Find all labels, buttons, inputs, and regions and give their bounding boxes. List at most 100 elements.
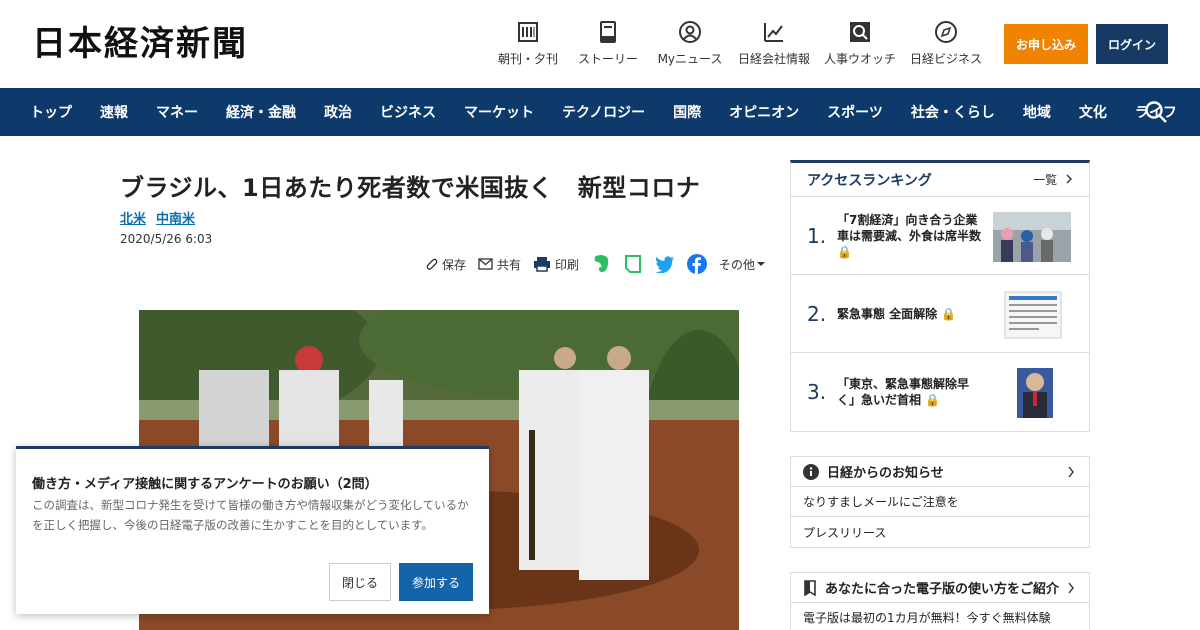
access-ranking: アクセスランキング 一覧 1. 「7割経済」向き合う企業 車は需要減、外食は席半… [790,160,1090,432]
mail-icon [478,258,493,270]
ranking-thumbnail [993,212,1071,262]
guide-title: あなたに合った電子版の使い方をご紹介 [825,582,1060,597]
save-button[interactable]: 保存 [424,256,466,273]
header-nav-story[interactable]: ストーリー [566,20,650,67]
print-label: 印刷 [555,257,580,272]
notice-title: 日経からのお知らせ [827,466,944,481]
nav-item-sports[interactable]: スポーツ [827,102,883,122]
person-search-icon [848,20,872,44]
survey-title: 働き方・メディア接触に関するアンケートのお願い（2問） [32,477,378,492]
newspaper-icon [516,20,540,44]
ranking-text: 「7割経済」向き合う企業 車は需要減、外食は席半数 🔒 [837,212,990,259]
book-icon [596,20,620,44]
nav-item-opinion[interactable]: オピニオン [729,102,799,122]
compass-icon [934,20,958,44]
article-title: ブラジル、1日あたり死者数で米国抜く 新型コロナ [120,174,701,202]
chevron-right-icon [1068,466,1074,478]
nav-item-business[interactable]: ビジネス [380,102,436,122]
save-label: 保存 [442,257,467,272]
tag-link[interactable]: 中南米 [156,208,195,227]
tag-link[interactable]: 北米 [120,208,146,227]
notice-header[interactable]: 日経からのお知らせ [791,457,1089,487]
nav-item-region[interactable]: 地域 [1023,102,1051,122]
printer-icon [534,257,551,272]
article-tags: 北米 中南米 [120,208,205,227]
site-header: 日本経済新聞 朝刊・夕刊 ストーリー Myニュース 日経会社情報 人事ウオッチ … [0,0,1200,88]
ranking-more-link[interactable]: 一覧 [1033,171,1073,188]
ranking-number: 2. [807,301,827,326]
ranking-text: 緊急事態 全面解除 🔒 [837,306,957,321]
ranking-item[interactable]: 1. 「7割経済」向き合う企業 車は需要減、外食は席半数 🔒 [791,197,1089,275]
survey-popup: 働き方・メディア接触に関するアンケートのお願い（2問） この調査は、新型コロナ発… [16,446,489,614]
chevron-right-icon [1066,174,1072,184]
facebook-icon[interactable] [687,254,708,274]
share-label: 共有 [497,257,522,272]
lock-icon: 🔒 [941,306,957,321]
nav-item-top[interactable]: トップ [30,102,72,122]
bookmark-icon[interactable] [623,254,643,274]
notice-item[interactable]: プレスリリース [791,517,1089,547]
notice-item[interactable]: なりすましメールにご注意を [791,487,1089,517]
nav-item-economy[interactable]: 経済・金融 [226,102,296,122]
nav-item-technology[interactable]: テクノロジー [562,102,645,122]
ranking-header: アクセスランキング 一覧 [791,163,1089,197]
ranking-more-label: 一覧 [1033,173,1058,187]
twitter-icon[interactable] [655,254,675,274]
evernote-icon[interactable] [591,254,611,274]
survey-join-button[interactable]: 参加する [399,563,473,601]
header-nav-label: 日経会社情報 [737,52,810,66]
ranking-title: アクセスランキング [807,172,932,189]
ranking-number: 1. [807,223,827,248]
header-nav-morning-evening[interactable]: 朝刊・夕刊 [490,20,566,67]
share-button[interactable]: 共有 [478,256,521,273]
article-date: 2020/5/26 6:03 [120,232,213,246]
nikkei-notice: 日経からのお知らせ なりすましメールにご注意を プレスリリース [790,456,1090,548]
ranking-item[interactable]: 3. 「東京、緊急事態解除早く」急いだ首相 🔒 [791,353,1089,431]
header-nav-business[interactable]: 日経ビジネス [902,20,990,67]
survey-description: この調査は、新型コロナ発生を受けて皆様の働き方や情報収集がどう変化しているかを正… [32,498,469,532]
other-label: その他 [719,257,756,272]
header-nav-label: 人事ウオッチ [823,52,896,66]
ranking-number: 3. [807,380,827,404]
nav-item-culture[interactable]: 文化 [1079,102,1107,122]
guide-item[interactable]: 電子版は最初の1カ月が無料！今すぐ無料体験 [791,603,1089,630]
print-button[interactable]: 印刷 [533,256,579,273]
ranking-thumbnail [993,368,1071,418]
main-nav: トップ 速報 マネー 経済・金融 政治 ビジネス マーケット テクノロジー 国際… [0,88,1200,136]
header-nav-personnel[interactable]: 人事ウオッチ [818,20,902,67]
chevron-right-icon [1068,582,1074,594]
site-logo[interactable]: 日本経済新聞 [32,24,248,64]
header-nav-label: 日経ビジネス [909,52,982,66]
lock-icon: 🔒 [925,393,941,407]
login-button[interactable]: ログイン [1096,24,1168,64]
nav-item-market[interactable]: マーケット [464,102,534,122]
nav-item-politics[interactable]: 政治 [324,102,352,122]
lock-icon: 🔒 [837,244,852,259]
caret-down-icon [757,262,766,266]
subscribe-button[interactable]: お申し込み [1004,24,1088,64]
search-icon[interactable] [1144,100,1168,124]
shield-icon [804,579,816,596]
share-bar: 保存 共有 印刷 その他 [424,254,781,274]
ranking-item[interactable]: 2. 緊急事態 全面解除 🔒 [791,275,1089,353]
header-nav-label: 朝刊・夕刊 [497,52,558,66]
nav-item-money[interactable]: マネー [156,102,198,122]
nav-item-international[interactable]: 国際 [673,102,701,122]
ranking-text: 「東京、緊急事態解除早く」急いだ首相 🔒 [837,377,970,407]
clip-icon [426,258,438,270]
usage-guide: あなたに合った電子版の使い方をご紹介 電子版は最初の1カ月が無料！今すぐ無料体験 [790,572,1090,630]
share-other-button[interactable]: その他 [719,256,769,273]
header-nav-label: Myニュース [657,52,723,66]
header-nav-company-info[interactable]: 日経会社情報 [730,20,818,67]
chart-icon [762,20,786,44]
header-nav-label: ストーリー [577,52,638,66]
nav-item-society[interactable]: 社会・くらし [911,102,995,122]
info-icon [803,463,819,480]
header-nav: 朝刊・夕刊 ストーリー Myニュース 日経会社情報 人事ウオッチ 日経ビジネス [490,20,990,67]
header-nav-mynews[interactable]: Myニュース [650,20,730,67]
guide-header[interactable]: あなたに合った電子版の使い方をご紹介 [791,573,1089,603]
ranking-thumbnail [993,290,1071,340]
nav-item-breaking[interactable]: 速報 [100,102,128,122]
survey-close-button[interactable]: 閉じる [329,563,391,601]
user-icon [678,20,702,44]
